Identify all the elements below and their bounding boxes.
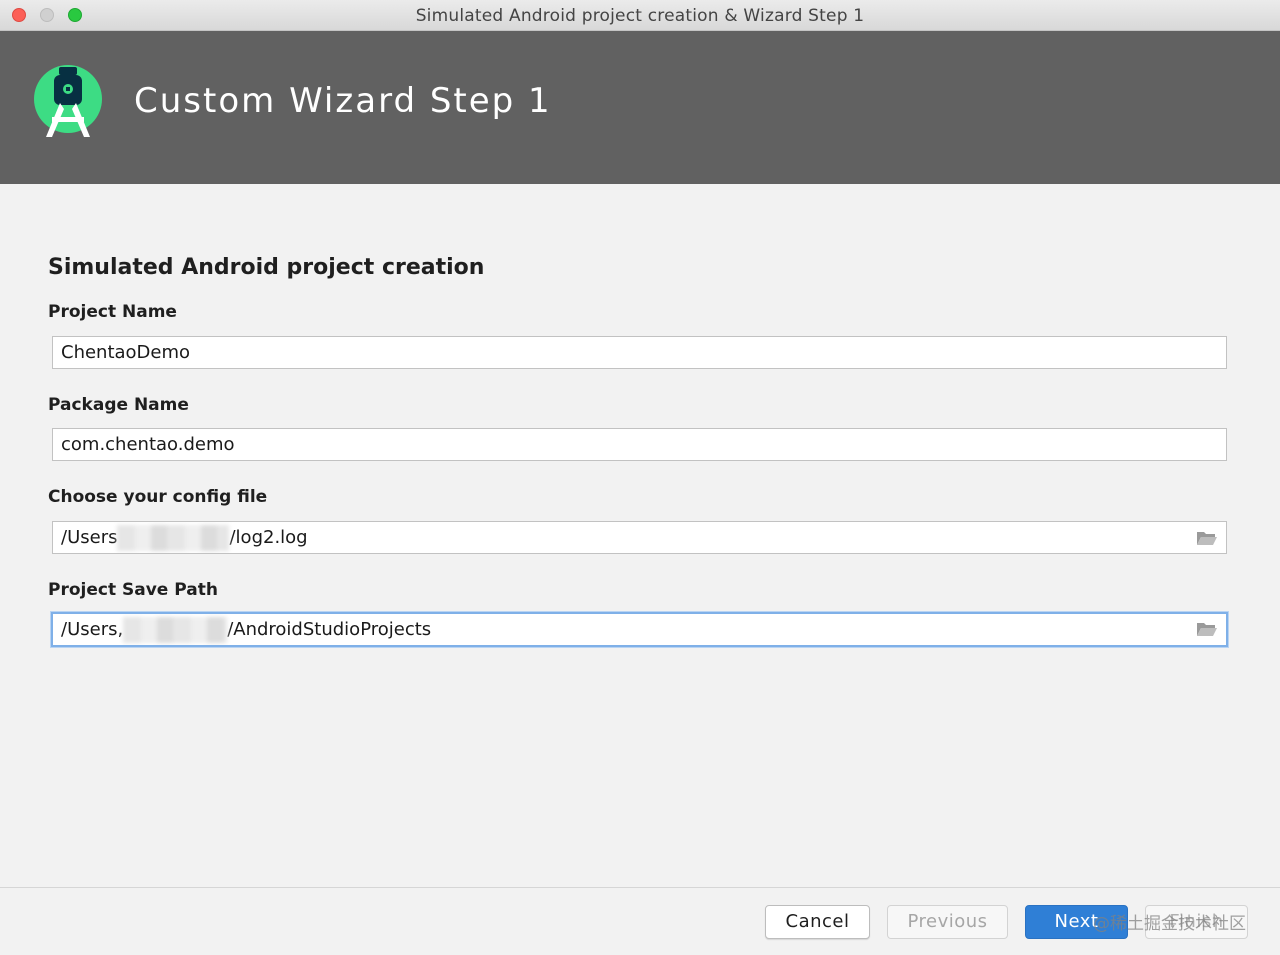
redacted-username — [117, 525, 230, 551]
save-path-prefix: /Users, — [61, 619, 124, 640]
previous-button[interactable]: Previous — [887, 905, 1008, 939]
project-name-label: Project Name — [48, 302, 177, 322]
config-file-label: Choose your config file — [48, 487, 268, 507]
wizard-step-title: Custom Wizard Step 1 — [134, 81, 552, 121]
config-file-input[interactable]: /Users/log2.log — [52, 521, 1227, 554]
package-name-label: Package Name — [48, 395, 189, 415]
config-file-path-suffix: /log2.log — [229, 527, 308, 548]
project-save-path-label: Project Save Path — [48, 580, 218, 600]
redacted-username — [123, 617, 228, 643]
watermark: @稀土掘金技术社区 — [1093, 914, 1246, 934]
save-path-suffix: /AndroidStudioProjects — [227, 619, 432, 640]
project-name-value: ChentaoDemo — [61, 342, 191, 363]
project-save-path-input[interactable]: /Users, /AndroidStudioProjects — [51, 612, 1228, 647]
title-bar: Simulated Android project creation & Wiz… — [0, 0, 1280, 31]
android-studio-logo-icon — [34, 65, 102, 137]
project-name-input[interactable]: ChentaoDemo — [52, 336, 1227, 369]
package-name-value: com.chentao.demo — [61, 434, 235, 455]
window-title: Simulated Android project creation & Wiz… — [415, 6, 865, 26]
wizard-window: Simulated Android project creation & Wiz… — [0, 0, 1280, 955]
package-name-input[interactable]: com.chentao.demo — [52, 428, 1227, 461]
footer-divider — [0, 887, 1280, 888]
wizard-header-banner: Custom Wizard Step 1 — [0, 31, 1280, 184]
folder-open-icon[interactable] — [1196, 620, 1218, 638]
folder-open-icon[interactable] — [1196, 529, 1218, 547]
config-file-path-prefix: /Users — [61, 527, 118, 548]
section-title: Simulated Android project creation — [48, 255, 485, 280]
cancel-button[interactable]: Cancel — [765, 905, 870, 939]
